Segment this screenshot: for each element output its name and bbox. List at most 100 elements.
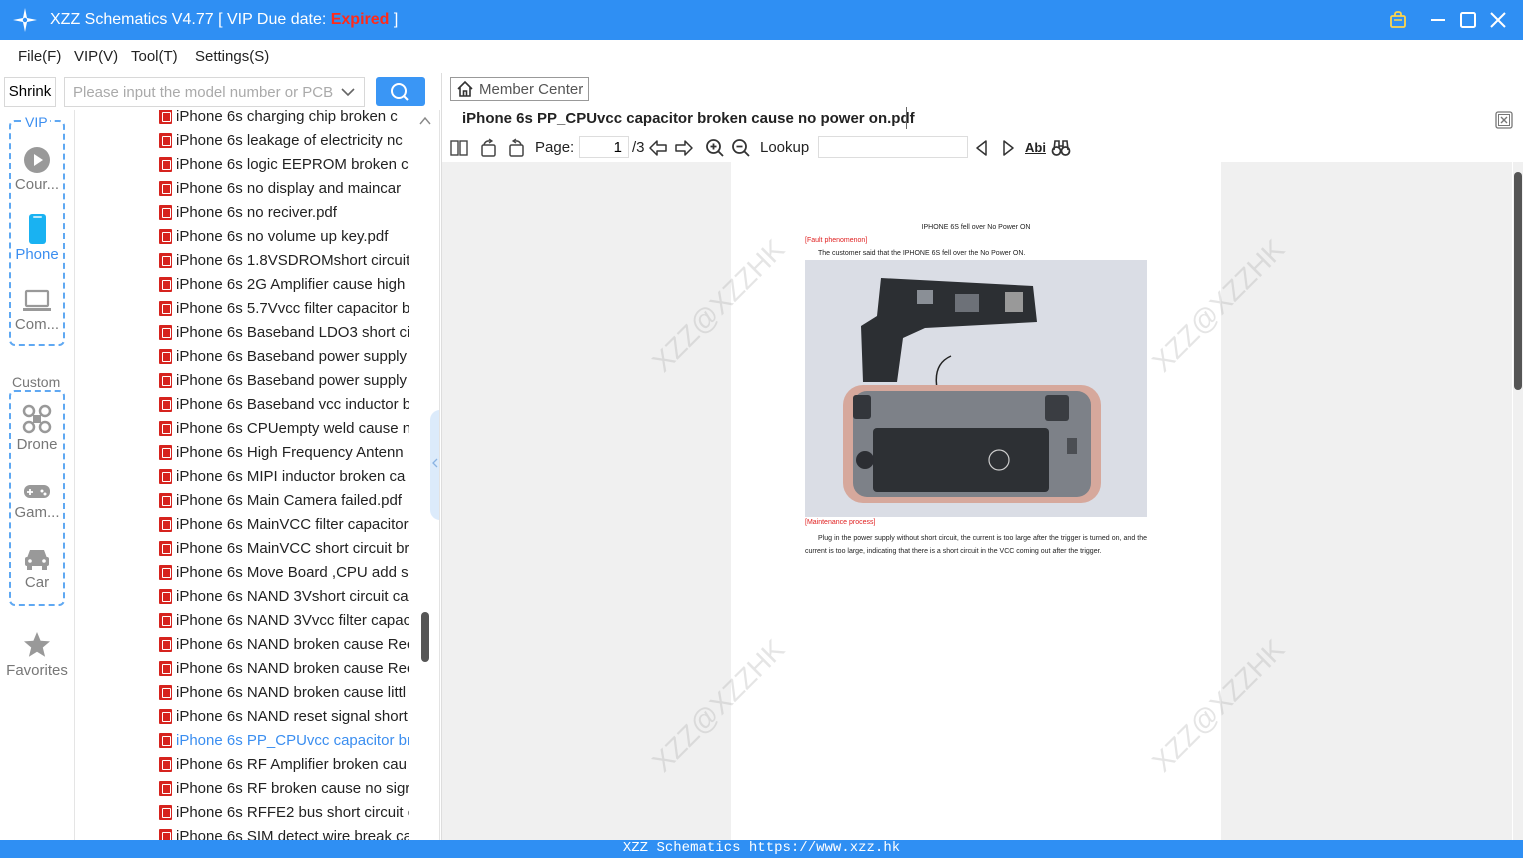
file-list-item[interactable]: iPhone 6s leakage of electricity nc <box>75 129 409 153</box>
menu-settings[interactable]: Settings(S) <box>195 48 269 65</box>
pdf-file-icon <box>159 301 172 316</box>
nav-computer[interactable]: Com... <box>4 288 70 333</box>
file-list-item[interactable]: iPhone 6s no display and maincar <box>75 177 409 201</box>
match-word-icon[interactable]: Abi <box>1025 138 1047 158</box>
file-name: iPhone 6s MainVCC filter capacitor <box>176 516 409 533</box>
search-button[interactable] <box>376 77 425 106</box>
close-window-button[interactable] <box>1486 8 1510 32</box>
find-next-icon[interactable] <box>998 138 1018 158</box>
scroll-up-arrow-icon[interactable] <box>419 116 431 126</box>
file-list-item[interactable]: iPhone 6s NAND 3Vshort circuit ca <box>75 585 409 609</box>
menu-tool[interactable]: Tool(T) <box>131 48 178 65</box>
file-list-item[interactable]: iPhone 6s CPUempty weld cause n <box>75 417 409 441</box>
pdf-file-icon <box>159 349 172 364</box>
nav-courses[interactable]: Cour... <box>4 146 70 193</box>
find-previous-icon[interactable] <box>972 138 992 158</box>
search-combobox[interactable] <box>64 77 365 107</box>
pdf-file-icon <box>159 229 172 244</box>
pdf-file-icon <box>159 709 172 724</box>
chevron-down-icon[interactable] <box>340 84 356 100</box>
file-list-item[interactable]: iPhone 6s MainVCC short circuit br <box>75 537 409 561</box>
document-scrollbar[interactable] <box>1513 162 1523 840</box>
document-tab[interactable]: iPhone 6s PP_CPUvcc capacitor broken cau… <box>462 110 915 127</box>
file-list-item[interactable]: iPhone 6s High Frequency Antenn <box>75 441 409 465</box>
maximize-button[interactable] <box>1456 8 1480 32</box>
nav-car[interactable]: Car <box>4 546 70 591</box>
next-page-icon[interactable] <box>674 138 694 158</box>
file-list-item[interactable]: iPhone 6s 2G Amplifier cause high <box>75 273 409 297</box>
pdf-file-icon <box>159 517 172 532</box>
rotate-left-icon[interactable] <box>479 138 499 158</box>
page-number-input[interactable] <box>579 136 629 158</box>
file-list-item[interactable]: iPhone 6s RFFE2 bus short circuit c <box>75 801 409 825</box>
document-canvas[interactable]: IPHONE 6S fell over No Power ON [Fault p… <box>442 162 1512 840</box>
pdf-file-icon <box>159 205 172 220</box>
pdf-page: IPHONE 6S fell over No Power ON [Fault p… <box>731 162 1221 840</box>
menu-file[interactable]: File(F) <box>18 48 61 65</box>
file-list-item[interactable]: iPhone 6s 1.8VSDROMshort circuit <box>75 249 409 273</box>
lookup-input[interactable] <box>818 136 968 158</box>
file-name: iPhone 6s 2G Amplifier cause high <box>176 276 406 293</box>
nav-phone[interactable]: Phone <box>4 214 70 263</box>
list-secondary-scrollbar[interactable] <box>421 612 429 662</box>
minimize-button[interactable] <box>1426 8 1450 32</box>
previous-page-icon[interactable] <box>648 138 668 158</box>
close-tab-icon[interactable] <box>1495 111 1513 129</box>
file-list-item[interactable]: iPhone 6s logic EEPROM broken c <box>75 153 409 177</box>
file-list-item[interactable]: iPhone 6s no reciver.pdf <box>75 201 409 225</box>
file-list-item[interactable]: iPhone 6s Main Camera failed.pdf <box>75 489 409 513</box>
two-page-view-icon[interactable] <box>449 138 469 158</box>
shrink-button[interactable]: Shrink <box>4 77 56 107</box>
file-list-item[interactable]: iPhone 6s Baseband power supply <box>75 345 409 369</box>
file-list-item[interactable]: iPhone 6s RF broken cause no sigr <box>75 777 409 801</box>
file-name: iPhone 6s NAND broken cause Rec <box>176 636 409 653</box>
file-list-item[interactable]: iPhone 6s no volume up key.pdf <box>75 225 409 249</box>
laptop-icon <box>23 289 51 311</box>
file-list-item[interactable]: iPhone 6s RF Amplifier broken cau <box>75 753 409 777</box>
file-name: iPhone 6s no display and maincar <box>176 180 402 197</box>
file-list-item[interactable]: iPhone 6s MIPI inductor broken ca <box>75 465 409 489</box>
nav-favorites[interactable]: Favorites <box>4 630 70 679</box>
file-list-item[interactable]: iPhone 6s NAND 3Vvcc filter capac <box>75 609 409 633</box>
file-list-item[interactable]: iPhone 6s 5.7Vvcc filter capacitor b <box>75 297 409 321</box>
file-name: iPhone 6s RF Amplifier broken cau <box>176 756 407 773</box>
file-name: iPhone 6s Baseband vcc inductor b <box>176 396 409 413</box>
rotate-right-icon[interactable] <box>506 138 526 158</box>
file-list-item[interactable]: iPhone 6s NAND broken cause Rec <box>75 657 409 681</box>
search-input[interactable] <box>65 78 335 106</box>
pdf-file-icon <box>159 110 172 124</box>
file-name: iPhone 6s RF broken cause no sigr <box>176 780 409 797</box>
file-name: iPhone 6s Baseband power supply <box>176 348 407 365</box>
file-list-item[interactable]: iPhone 6s MainVCC filter capacitor <box>75 513 409 537</box>
file-list-item[interactable]: iPhone 6s Baseband vcc inductor b <box>75 393 409 417</box>
pdf-file-icon <box>159 181 172 196</box>
file-name: iPhone 6s CPUempty weld cause n <box>176 420 409 437</box>
file-list-item[interactable]: iPhone 6s Baseband LDO3 short ci <box>75 321 409 345</box>
zoom-in-icon[interactable] <box>705 138 725 158</box>
file-list-item[interactable]: iPhone 6s Move Board ,CPU add sc <box>75 561 409 585</box>
file-list-item[interactable]: iPhone 6s Baseband power supply <box>75 369 409 393</box>
nav-drone[interactable]: Drone <box>4 404 70 453</box>
drone-icon <box>22 404 52 434</box>
file-list-item[interactable]: iPhone 6s SIM detect wire break ca <box>75 825 409 840</box>
car-icon <box>25 550 49 570</box>
menu-vip[interactable]: VIP(V) <box>74 48 118 65</box>
vip-bag-icon[interactable] <box>1386 8 1410 32</box>
pdf-file-icon <box>159 757 172 772</box>
pdf-file-icon <box>159 421 172 436</box>
chevron-left-icon[interactable] <box>432 458 439 468</box>
file-list-item[interactable]: iPhone 6s charging chip broken c <box>75 110 409 129</box>
file-list-item[interactable]: iPhone 6s PP_CPUvcc capacitor bro <box>75 729 409 753</box>
document-scroll-thumb[interactable] <box>1514 172 1522 390</box>
file-list-item[interactable]: iPhone 6s NAND broken cause Rec <box>75 633 409 657</box>
file-list-item[interactable]: iPhone 6s NAND reset signal short <box>75 705 409 729</box>
nav-game[interactable]: Gam... <box>4 480 70 521</box>
pdf-file-icon <box>159 253 172 268</box>
zoom-out-icon[interactable] <box>731 138 751 158</box>
pdf-file-icon <box>159 541 172 556</box>
file-name: iPhone 6s no volume up key.pdf <box>176 228 389 245</box>
member-center-button[interactable]: Member Center <box>450 77 589 101</box>
vip-expired-label: Expired <box>330 11 390 28</box>
file-list-item[interactable]: iPhone 6s NAND broken cause littl <box>75 681 409 705</box>
binoculars-icon[interactable] <box>1051 138 1071 158</box>
